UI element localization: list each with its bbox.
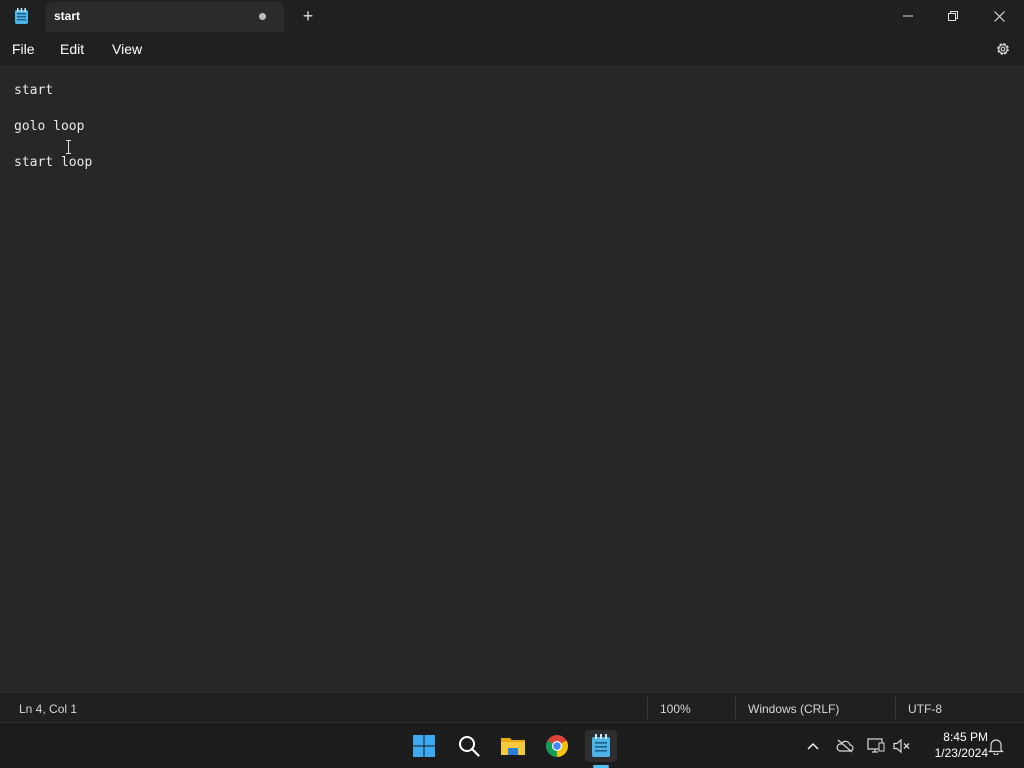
minimize-button[interactable]	[885, 0, 931, 32]
menu-file[interactable]: File	[12, 41, 35, 57]
menu-bar: File Edit View	[0, 32, 1024, 66]
network-icon[interactable]	[866, 736, 886, 756]
gear-icon[interactable]	[994, 40, 1012, 58]
menu-view[interactable]: View	[112, 41, 142, 57]
windows-start-icon[interactable]	[408, 730, 440, 762]
clock-time: 8:45 PM	[943, 730, 988, 744]
editor-line-1: start	[14, 83, 54, 98]
notification-bell-icon[interactable]	[986, 736, 1006, 756]
clock[interactable]: 8:45 PM 1/23/2024	[918, 729, 988, 761]
editor-line-3: golo loop	[14, 119, 85, 134]
zoom-level[interactable]: 100%	[660, 702, 691, 716]
minimize-icon	[903, 15, 913, 17]
tab-start[interactable]: start	[46, 2, 284, 32]
title-bar: start +	[0, 0, 1024, 32]
menu-edit[interactable]: Edit	[60, 41, 84, 57]
search-icon[interactable]	[453, 730, 485, 762]
notepad-icon	[14, 8, 29, 24]
volume-muted-icon[interactable]	[892, 736, 912, 756]
close-icon	[993, 10, 1005, 22]
onedrive-offline-icon[interactable]	[835, 736, 855, 756]
restore-icon	[948, 11, 958, 21]
restore-button[interactable]	[930, 0, 976, 32]
close-button[interactable]	[976, 0, 1022, 32]
file-explorer-icon[interactable]	[497, 730, 529, 762]
status-bar: Ln 4, Col 1 100% Windows (CRLF) UTF-8	[0, 692, 1024, 722]
clock-date: 1/23/2024	[934, 746, 988, 760]
cursor-position[interactable]: Ln 4, Col 1	[19, 702, 77, 716]
notepad-taskbar-icon[interactable]	[585, 730, 617, 762]
status-divider	[647, 697, 648, 719]
plus-icon[interactable]: +	[298, 6, 318, 26]
tab-title: start	[54, 9, 81, 23]
chevron-up-icon[interactable]	[803, 736, 823, 756]
editor-line-5: start loop	[14, 155, 93, 170]
status-divider	[735, 697, 736, 719]
encoding[interactable]: UTF-8	[908, 702, 942, 716]
line-ending[interactable]: Windows (CRLF)	[748, 702, 839, 716]
unsaved-dot-icon[interactable]	[259, 13, 266, 20]
chrome-icon[interactable]	[541, 730, 573, 762]
text-editor[interactable]: start golo loop start loop	[0, 66, 1024, 692]
taskbar: 8:45 PM 1/23/2024	[0, 722, 1024, 768]
text-cursor-icon	[65, 140, 72, 154]
status-divider	[895, 697, 896, 719]
